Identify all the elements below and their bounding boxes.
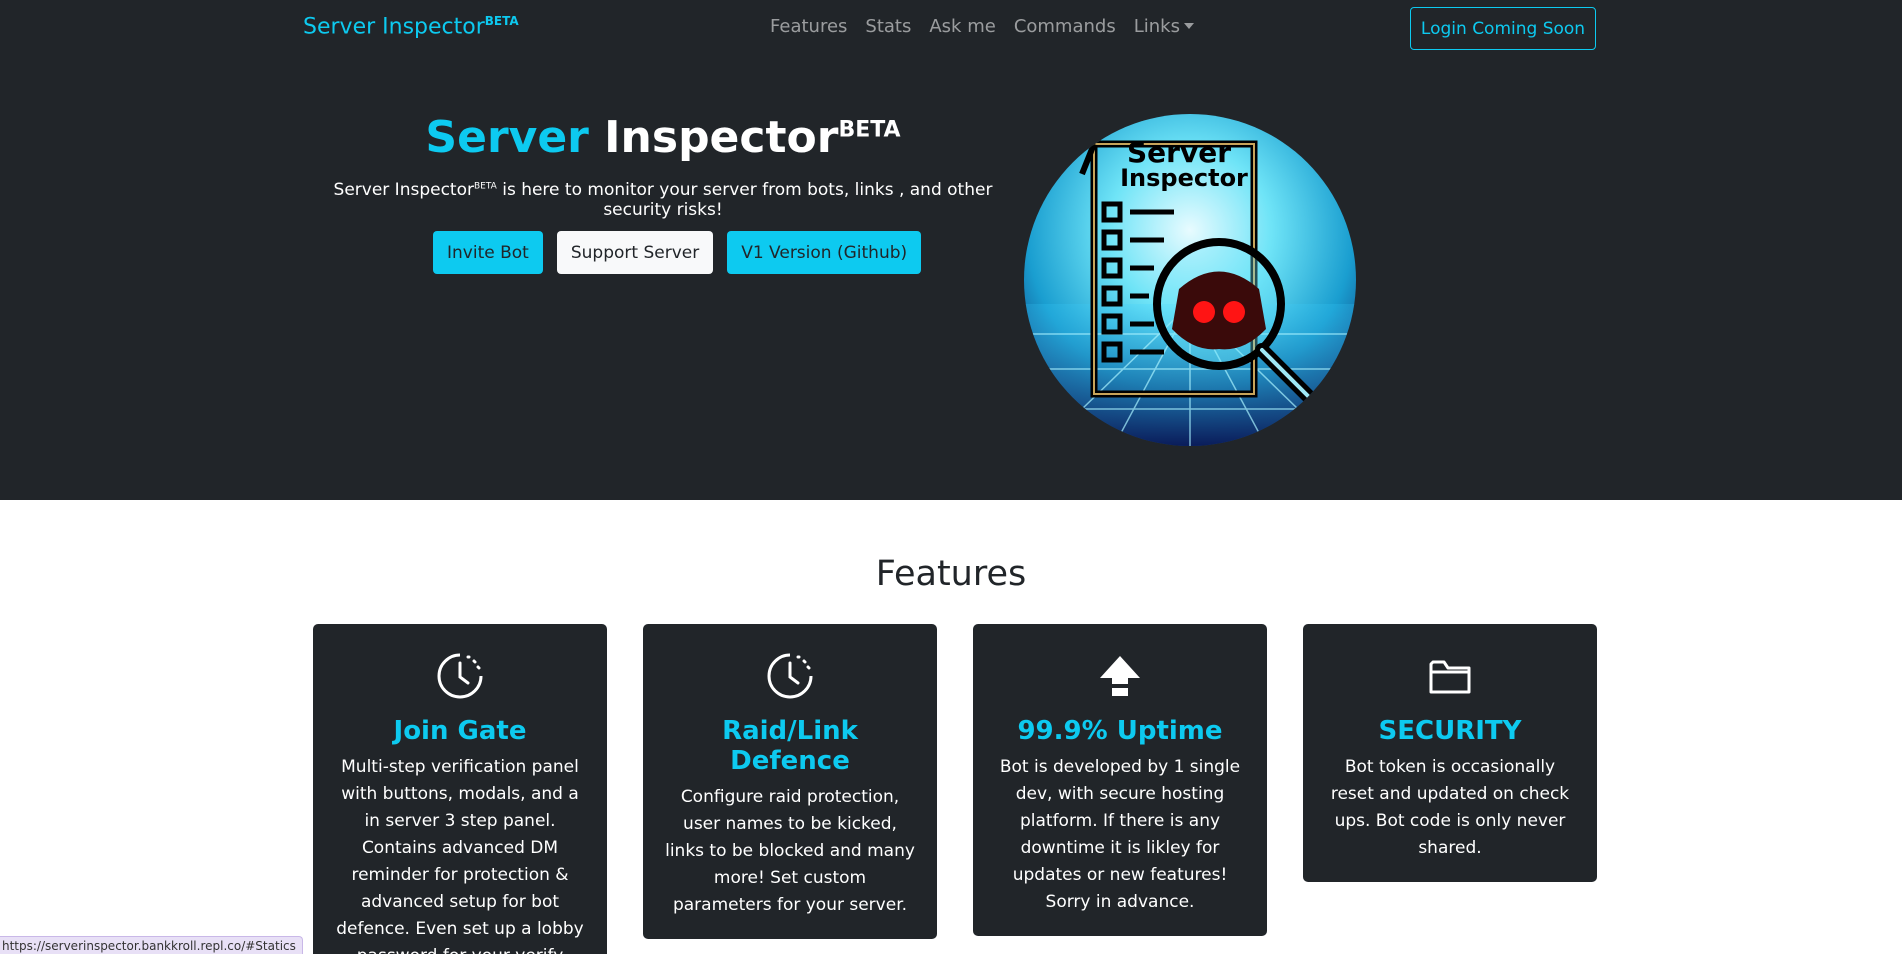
- hero-subtitle-text: is here to monitor your server from bots…: [496, 180, 993, 220]
- nav-links-label: Links: [1133, 16, 1180, 37]
- nav-ask-me[interactable]: Ask me: [929, 16, 995, 37]
- feature-card-uptime: 99.9% Uptime Bot is developed by 1 singl…: [973, 624, 1267, 936]
- hero-title-accent: Server: [425, 112, 589, 163]
- upload-arrow-icon: [993, 650, 1247, 702]
- folder-icon: [1323, 650, 1577, 702]
- hero-subtitle-name: Server Inspector: [333, 180, 474, 200]
- support-server-button[interactable]: Support Server: [556, 231, 714, 274]
- feature-text: Multi-step verification panel with butto…: [336, 757, 584, 954]
- nav-stats[interactable]: Stats: [865, 16, 911, 37]
- clock-icon: [663, 650, 917, 702]
- brand-beta-badge: BETA: [484, 14, 519, 28]
- caret-down-icon: [1183, 23, 1194, 29]
- feature-text: Bot is developed by 1 single dev, with s…: [999, 757, 1241, 912]
- github-button[interactable]: V1 Version (Github): [727, 231, 922, 274]
- feature-text: Configure raid protection, user names to…: [665, 787, 915, 915]
- features-heading: Features: [875, 554, 1027, 594]
- hero-subtitle-beta: BETA: [473, 181, 497, 192]
- feature-card-raid-defence: Raid/Link Defence Configure raid protect…: [643, 624, 937, 939]
- hero-subtitle: Server InspectorBETA is here to monitor …: [303, 180, 1023, 220]
- brand-link[interactable]: Server InspectorBETA: [303, 14, 519, 39]
- nav-links-dropdown[interactable]: Links: [1134, 16, 1194, 37]
- feature-title: 99.9% Uptime: [1017, 716, 1223, 746]
- main-nav: Features Stats Ask me Commands Links: [770, 16, 1194, 37]
- feature-card-join-gate: Join Gate Multi-step verification panel …: [313, 624, 607, 954]
- login-button[interactable]: Login Coming Soon: [1410, 7, 1596, 50]
- nav-commands[interactable]: Commands: [1014, 16, 1116, 37]
- logo-text-2: Inspector: [1120, 164, 1248, 192]
- hero-title: Server InspectorBETA: [303, 112, 1023, 163]
- feature-title: Join Gate: [393, 716, 527, 746]
- brand-name: Server Inspector: [303, 14, 485, 40]
- nav-features[interactable]: Features: [770, 16, 847, 37]
- logo-image: Server Inspector: [1024, 114, 1356, 446]
- hero-buttons: Invite Bot Support Server V1 Version (Gi…: [433, 231, 922, 274]
- feature-title: SECURITY: [1378, 716, 1522, 746]
- feature-text: Bot token is occasionally reset and upda…: [1330, 757, 1570, 858]
- server-inspector-logo: Server Inspector: [1024, 114, 1356, 446]
- feature-card-security: SECURITY Bot token is occasionally reset…: [1303, 624, 1597, 882]
- status-bar-url: https://serverinspector.bankkroll.repl.c…: [0, 936, 303, 954]
- feature-title: Raid/Link Defence: [722, 716, 858, 776]
- hero-title-beta: BETA: [838, 117, 901, 143]
- hero-section: Server InspectorBETA Features Stats Ask …: [0, 0, 1902, 500]
- invite-bot-button[interactable]: Invite Bot: [433, 231, 543, 274]
- hero-title-main: Inspector: [588, 112, 839, 163]
- clock-icon: [333, 650, 587, 702]
